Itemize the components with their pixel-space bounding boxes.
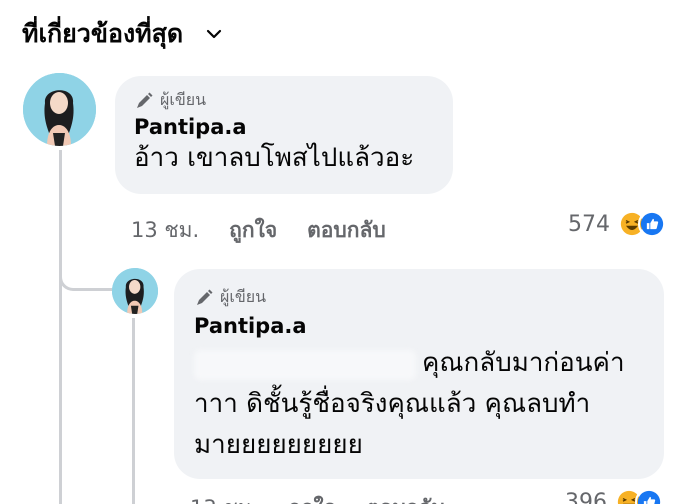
like-icon bbox=[635, 488, 663, 504]
author-badge: ผู้เขียน bbox=[134, 88, 453, 113]
comment-text: อ้าว เขาลบโพสไปแล้วอะ bbox=[134, 143, 415, 173]
comment-actions: 13 ชม. ถูกใจ ตอบกลับ bbox=[131, 214, 416, 247]
comment-time[interactable]: 13 ชม. bbox=[131, 214, 199, 247]
thread-line bbox=[59, 150, 62, 504]
like-button[interactable]: ถูกใจ bbox=[229, 214, 277, 247]
sort-label: ที่เกี่ยวข้องที่สุด bbox=[22, 19, 184, 48]
redacted-mention bbox=[194, 350, 416, 380]
comments-section: ที่เกี่ยวข้องที่สุด ผู้เขียน Pantipa.a อ… bbox=[0, 0, 700, 504]
reaction-summary[interactable]: 574 bbox=[568, 210, 666, 238]
like-icon bbox=[638, 210, 666, 238]
sort-dropdown[interactable]: ที่เกี่ยวข้องที่สุด bbox=[22, 14, 223, 54]
author-badge-label: ผู้เขียน bbox=[220, 287, 267, 306]
reply-like-button[interactable]: ถูกใจ bbox=[288, 492, 336, 504]
reply-text-line-2: าาา ดิชั้นรู้ชื่อจริงคุณแล้ว คุณลบทำ bbox=[194, 389, 591, 419]
reply-reaction-count: 396 bbox=[565, 489, 607, 504]
pen-icon bbox=[197, 289, 213, 305]
avatar-image bbox=[23, 73, 96, 146]
avatar-image bbox=[112, 268, 158, 314]
reply-time[interactable]: 13 ชม. bbox=[190, 492, 258, 504]
author-badge-label: ผู้เขียน bbox=[160, 90, 207, 109]
comment-bubble: ผู้เขียน Pantipa.a อ้าว เขาลบโพสไปแล้วอะ bbox=[115, 76, 453, 194]
reply-avatar[interactable] bbox=[112, 268, 158, 314]
chevron-down-icon bbox=[207, 29, 222, 39]
author-name[interactable]: Pantipa.a bbox=[194, 314, 664, 338]
author-name[interactable]: Pantipa.a bbox=[134, 115, 453, 139]
reply-reaction-summary[interactable]: 396 bbox=[565, 488, 663, 504]
author-badge: ผู้เขียน bbox=[194, 285, 664, 310]
avatar[interactable] bbox=[23, 73, 96, 146]
pen-icon bbox=[137, 92, 153, 108]
reply-actions: 13 ชม. ถูกใจ ตอบกลับ bbox=[190, 492, 475, 504]
reply-text-line-3: มายยยยยยยยย bbox=[194, 430, 363, 460]
reply-reply-button[interactable]: ตอบกลับ bbox=[366, 492, 445, 504]
reply-thread-line bbox=[132, 318, 135, 504]
reaction-count: 574 bbox=[568, 211, 610, 237]
reply-button[interactable]: ตอบกลับ bbox=[307, 214, 386, 247]
reply-branch-line bbox=[59, 230, 112, 291]
